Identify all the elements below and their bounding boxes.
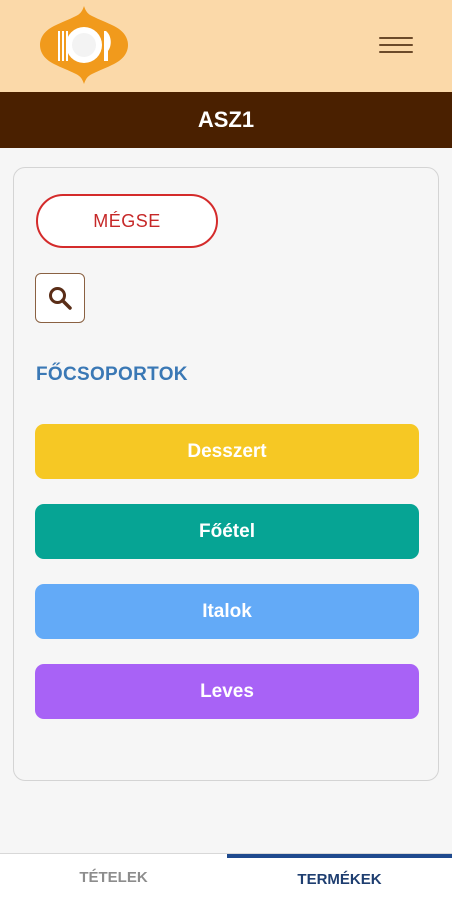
- top-bar: [0, 0, 452, 92]
- category-button-foetel[interactable]: Főétel: [35, 504, 419, 559]
- search-icon: [49, 287, 72, 310]
- category-button-italok[interactable]: Italok: [35, 584, 419, 639]
- restaurant-logo-icon[interactable]: [38, 4, 130, 86]
- bottom-tab-bar: TÉTELEK TERMÉKEK: [0, 853, 452, 900]
- tab-tetelek[interactable]: TÉTELEK: [0, 854, 227, 900]
- main-groups-heading: FŐCSOPORTOK: [36, 364, 188, 385]
- category-panel: MÉGSE FŐCSOPORTOK Desszert Főétel Italok…: [13, 167, 439, 781]
- hamburger-menu-icon[interactable]: [376, 31, 416, 59]
- category-button-desszert[interactable]: Desszert: [35, 424, 419, 479]
- page-title: ASZ1: [0, 92, 452, 148]
- search-button[interactable]: [35, 273, 85, 323]
- cancel-button[interactable]: MÉGSE: [36, 194, 218, 248]
- tab-termekek[interactable]: TERMÉKEK: [227, 854, 452, 900]
- category-button-leves[interactable]: Leves: [35, 664, 419, 719]
